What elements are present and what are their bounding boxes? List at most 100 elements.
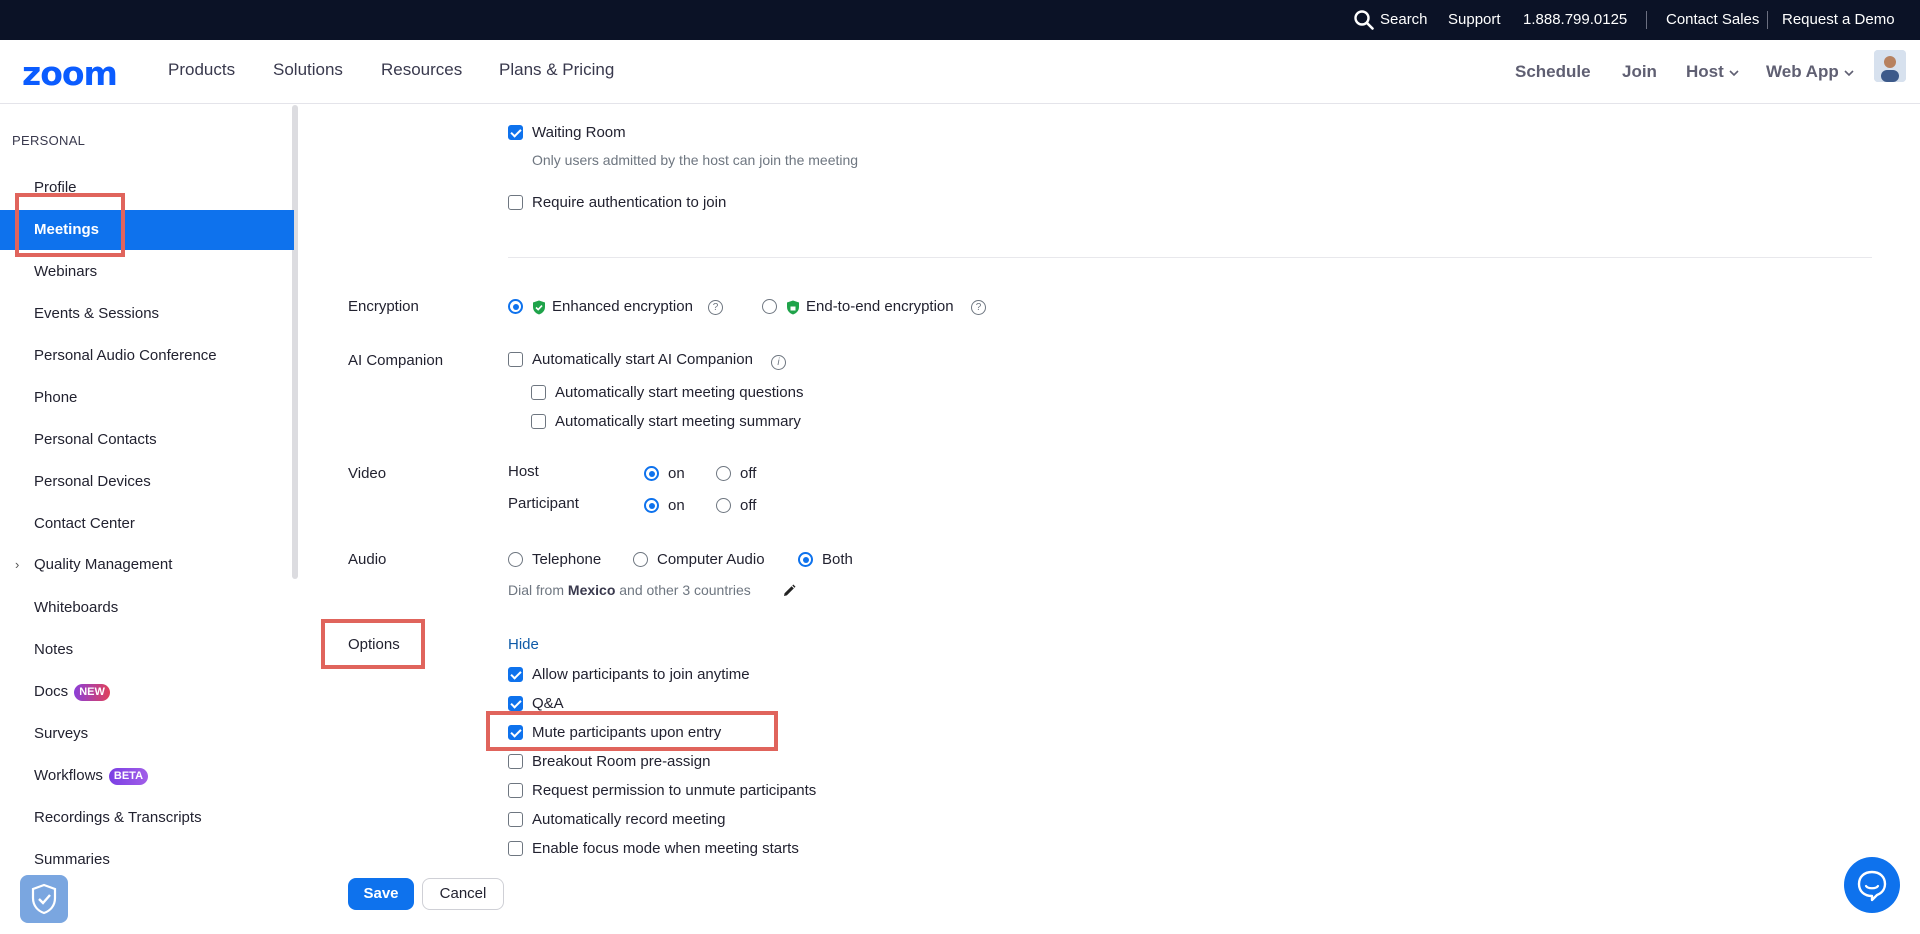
audio-computer-radio[interactable]	[633, 552, 648, 567]
video-participant-label: Participant	[508, 495, 579, 512]
video-participant-on-radio[interactable]	[644, 498, 659, 513]
sidebar-item-contact-center[interactable]: Contact Center	[0, 504, 294, 544]
dial-from-country: Mexico	[567, 582, 616, 598]
sidebar-item-docs[interactable]: Docs NEW	[0, 672, 294, 712]
sidebar-item-summaries[interactable]: Summaries	[0, 840, 294, 880]
auto-record-checkbox[interactable]	[508, 812, 523, 827]
audio-both-label: Both	[822, 551, 853, 568]
audio-telephone-label: Telephone	[532, 551, 602, 568]
focus-mode-label: Enable focus mode when meeting starts	[532, 840, 799, 856]
contact-sales-link[interactable]: Contact Sales	[1666, 0, 1759, 40]
help-icon[interactable]: ?	[708, 300, 723, 315]
focus-mode-checkbox[interactable]	[508, 841, 523, 856]
breakout-preassign-checkbox[interactable]	[508, 754, 523, 769]
sidebar-item-quality-management[interactable]: › Quality Management	[0, 545, 294, 585]
sidebar-item-label: Surveys	[34, 725, 89, 742]
main-nav: zoom Products Solutions Resources Plans …	[0, 40, 1920, 104]
support-link[interactable]: Support	[1448, 0, 1501, 40]
dial-from-prefix: Dial from	[508, 582, 565, 598]
nav-plans-pricing[interactable]: Plans & Pricing	[499, 40, 614, 104]
auto-start-ai-companion-checkbox[interactable]	[508, 352, 523, 367]
sidebar-item-label: Summaries	[34, 851, 110, 868]
waiting-room-label: Waiting Room	[532, 124, 626, 141]
edit-pencil-icon[interactable]	[782, 584, 796, 598]
settings-content	[300, 105, 1920, 934]
sidebar-item-label: Personal Audio Conference	[34, 347, 217, 364]
sidebar-item-whiteboards[interactable]: Whiteboards	[0, 588, 294, 628]
avatar-image	[1874, 50, 1906, 82]
save-button[interactable]: Save	[348, 878, 414, 910]
annotation-highlight-meetings	[15, 193, 125, 257]
sidebar-item-workflows[interactable]: Workflows BETA	[0, 756, 294, 796]
nav-host-dropdown[interactable]: Host	[1686, 40, 1740, 104]
nav-web-app-label: Web App	[1766, 62, 1839, 81]
qa-checkbox[interactable]	[508, 696, 523, 711]
nav-join[interactable]: Join	[1622, 40, 1657, 104]
video-participant-on-label: on	[668, 497, 685, 514]
options-hide-link[interactable]: Hide	[508, 636, 539, 653]
sidebar-item-phone[interactable]: Phone	[0, 378, 294, 418]
allow-join-anytime-label: Allow participants to join anytime	[532, 666, 750, 683]
zoom-logo[interactable]: zoom	[22, 54, 118, 94]
chat-support-button[interactable]	[1844, 857, 1900, 913]
sidebar-item-label: Quality Management	[34, 556, 173, 573]
sidebar-item-personal-audio-conference[interactable]: Personal Audio Conference	[0, 336, 294, 376]
video-label: Video	[348, 465, 387, 482]
sidebar-item-label: Notes	[34, 641, 74, 658]
request-unmute-label: Request permission to unmute participant…	[532, 782, 817, 799]
sidebar-item-events-sessions[interactable]: Events & Sessions	[0, 294, 294, 334]
nav-host-label: Host	[1686, 62, 1724, 81]
section-divider	[508, 257, 1872, 258]
sidebar-item-webinars[interactable]: Webinars	[0, 252, 294, 292]
sidebar-item-personal-devices[interactable]: Personal Devices	[0, 462, 294, 502]
ai-companion-label: AI Companion	[348, 352, 444, 369]
waiting-room-checkbox[interactable]	[508, 125, 523, 140]
video-participant-off-label: off	[740, 497, 757, 514]
request-demo-link[interactable]: Request a Demo	[1782, 0, 1895, 40]
cancel-button[interactable]: Cancel	[422, 878, 504, 910]
video-participant-off-radio[interactable]	[716, 498, 731, 513]
encryption-label: Encryption	[348, 298, 419, 315]
help-icon[interactable]: ?	[971, 300, 986, 315]
enhanced-encryption-radio[interactable]	[508, 299, 523, 314]
audio-telephone-radio[interactable]	[508, 552, 523, 567]
clipped-option-row: Enable focus mode when meeting starts	[500, 838, 1100, 856]
nav-schedule[interactable]: Schedule	[1515, 40, 1591, 104]
auto-start-ai-companion-label: Automatically start AI Companion	[532, 351, 753, 368]
request-unmute-checkbox[interactable]	[508, 783, 523, 798]
auto-start-meeting-questions-label: Automatically start meeting questions	[555, 384, 804, 401]
sidebar-item-label: Personal Devices	[34, 473, 151, 490]
privacy-shield-widget[interactable]	[20, 875, 68, 923]
video-host-on-radio[interactable]	[644, 466, 659, 481]
video-host-label: Host	[508, 463, 539, 480]
auto-start-meeting-questions-checkbox[interactable]	[531, 385, 546, 400]
audio-both-radio[interactable]	[798, 552, 813, 567]
sidebar-item-label: Recordings & Transcripts	[34, 809, 202, 826]
video-host-off-radio[interactable]	[716, 466, 731, 481]
search-icon[interactable]	[1354, 10, 1374, 30]
sidebar-item-recordings-transcripts[interactable]: Recordings & Transcripts	[0, 798, 294, 838]
phone-number-link[interactable]: 1.888.799.0125	[1523, 0, 1627, 40]
video-host-off-label: off	[740, 465, 757, 482]
shield-lock-icon	[787, 300, 799, 315]
nav-products[interactable]: Products	[168, 40, 235, 104]
info-icon[interactable]: i	[771, 355, 786, 370]
chat-bubble-icon	[1857, 870, 1887, 902]
search-link[interactable]: Search	[1380, 0, 1428, 40]
auto-start-meeting-summary-checkbox[interactable]	[531, 414, 546, 429]
e2e-encryption-radio[interactable]	[762, 299, 777, 314]
sidebar-item-personal-contacts[interactable]: Personal Contacts	[0, 420, 294, 460]
require-auth-checkbox[interactable]	[508, 195, 523, 210]
sidebar-heading: PERSONAL	[12, 133, 86, 148]
allow-join-anytime-checkbox[interactable]	[508, 667, 523, 682]
user-avatar[interactable]	[1874, 50, 1906, 82]
waiting-room-description: Only users admitted by the host can join…	[532, 152, 859, 168]
annotation-highlight-mute	[486, 711, 778, 751]
nav-resources[interactable]: Resources	[381, 40, 462, 104]
auto-record-label: Automatically record meeting	[532, 811, 726, 828]
nav-solutions[interactable]: Solutions	[273, 40, 343, 104]
nav-web-app-dropdown[interactable]: Web App	[1766, 40, 1855, 104]
enhanced-encryption-label: Enhanced encryption	[552, 298, 693, 315]
sidebar-item-notes[interactable]: Notes	[0, 630, 294, 670]
sidebar-item-surveys[interactable]: Surveys	[0, 714, 294, 754]
